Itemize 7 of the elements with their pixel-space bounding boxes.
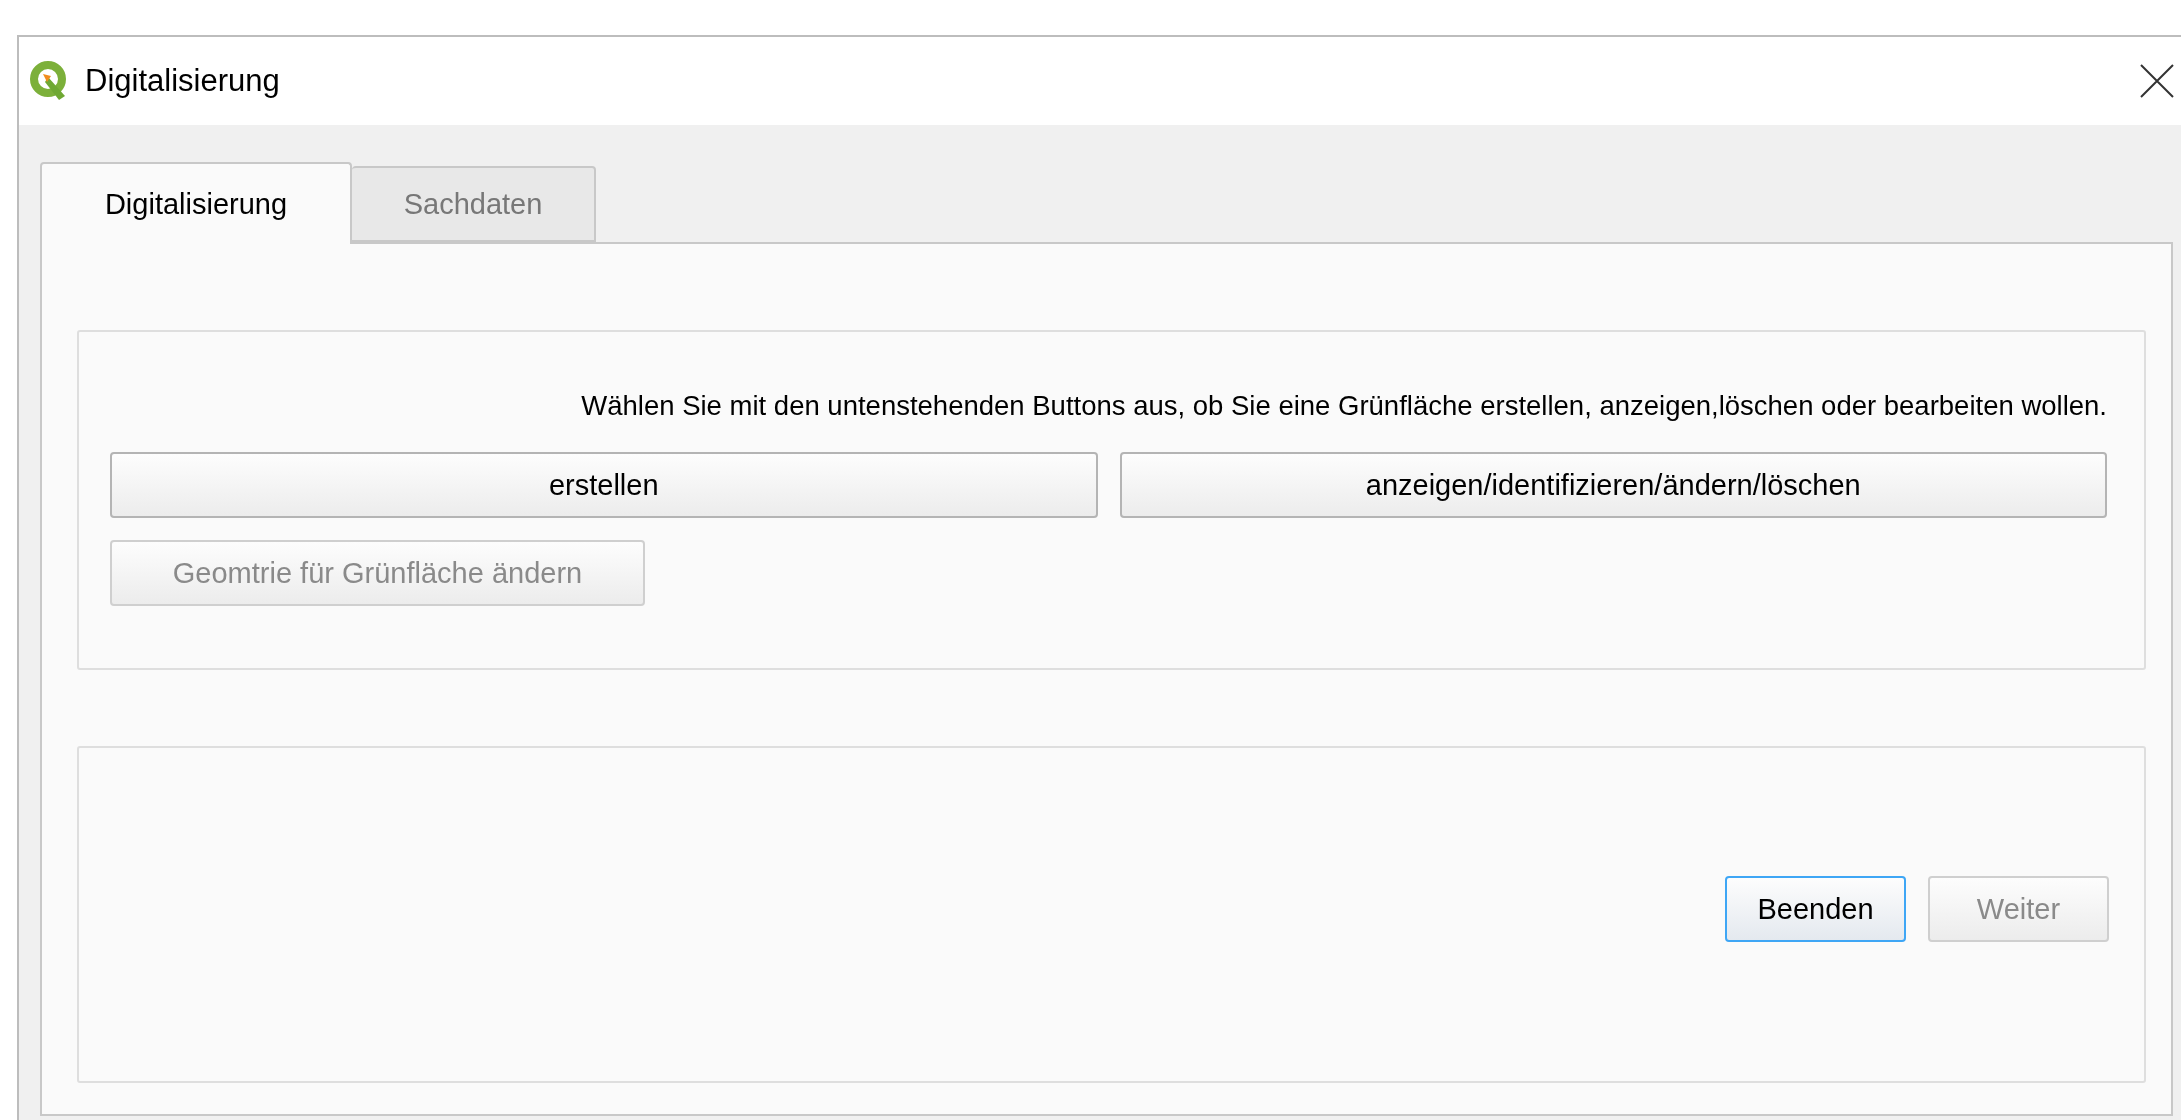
- instruction-text: Wählen Sie mit den untenstehenden Buttons aus, ob Sie eine Grünfläche erstellen, anzeigen,löschen oder bearbeiten wollen.: [580, 390, 2107, 422]
- tab[interactable]: Sachdaten: [352, 166, 596, 242]
- action-button[interactable]: anzeigen/identifizieren/ändern/löschen: [1119, 452, 2107, 518]
- tab[interactable]: Digitalisierung: [40, 162, 352, 244]
- action-button[interactable]: erstellen: [110, 452, 1098, 518]
- dialog-button[interactable]: Beenden: [1725, 876, 1906, 942]
- window-title: Digitalisierung: [85, 63, 280, 99]
